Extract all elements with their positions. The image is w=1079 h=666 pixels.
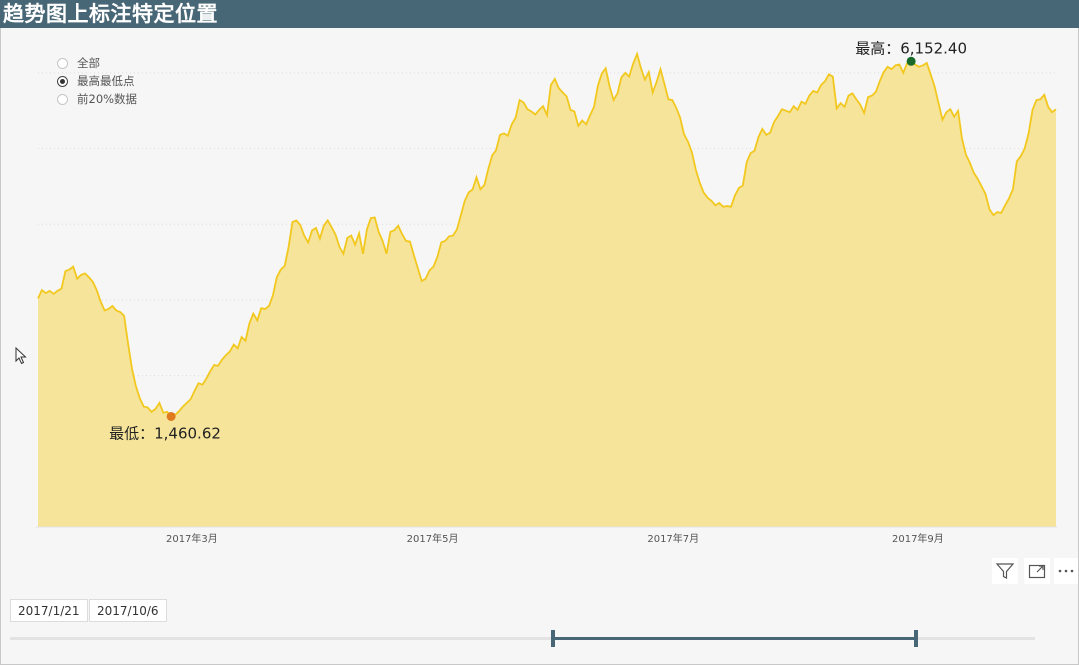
end-date-box[interactable]: 2017/10/6 (89, 599, 167, 622)
x-tick-label: 2017年9月 (892, 532, 944, 545)
x-tick-label: 2017年7月 (647, 532, 699, 545)
filter-button[interactable] (992, 558, 1018, 584)
x-tick-label: 2017年3月 (166, 532, 218, 545)
filter-icon (995, 563, 1015, 579)
more-options-button[interactable] (1054, 558, 1078, 584)
more-options-icon (1058, 569, 1074, 573)
filter-option-all[interactable]: 全部 (57, 54, 100, 72)
date-slider-range[interactable] (553, 637, 917, 640)
filter-option-label: 最高最低点 (77, 74, 135, 88)
x-axis-ticks: 2017年3月 2017年5月 2017年7月 2017年9月 (166, 532, 944, 545)
min-point-label: 最低：1,460.62 (109, 424, 221, 442)
max-point-marker (906, 56, 916, 66)
mouse-cursor-icon (15, 347, 27, 365)
filter-option-top20[interactable]: 前20%数据 (57, 90, 137, 108)
start-date-box[interactable]: 2017/1/21 (10, 599, 88, 622)
x-tick-label: 2017年5月 (407, 532, 459, 545)
min-point-marker (166, 411, 176, 421)
area-fill (38, 53, 1056, 528)
max-point-label: 最高：6,152.40 (855, 39, 967, 57)
focus-mode-icon (1028, 564, 1046, 579)
focus-mode-button[interactable] (1024, 558, 1050, 584)
filter-option-label: 前20%数据 (77, 92, 138, 106)
radio-top20[interactable] (57, 93, 68, 105)
radio-max-min[interactable] (57, 75, 68, 87)
date-slider-end-handle[interactable] (914, 630, 918, 647)
trend-area-chart: 2017年3月 2017年5月 2017年7月 2017年9月 最高：6,152.40… (36, 39, 1057, 545)
date-slider-start-handle[interactable] (551, 630, 555, 647)
report-page: 趋势图上标注特定位置 2017年3月 2017年5月 2017年7月 2017年9月 … (0, 0, 1079, 666)
filter-option-max-min[interactable]: 最高最低点 (57, 72, 135, 90)
radio-all[interactable] (57, 57, 68, 69)
filter-option-label: 全部 (77, 56, 100, 70)
